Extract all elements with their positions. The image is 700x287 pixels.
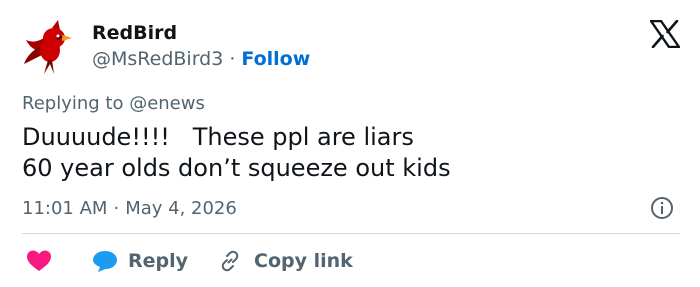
tweet-timestamp[interactable]: 11:01 AM · May 4, 2026: [22, 198, 237, 219]
handle-separator: ·: [229, 48, 236, 70]
follow-button[interactable]: Follow: [241, 48, 310, 70]
copy-link-label: Copy link: [254, 250, 353, 272]
meta-separator: ·: [113, 198, 120, 219]
display-name[interactable]: RedBird: [92, 22, 177, 44]
copy-link-button[interactable]: Copy link: [218, 249, 353, 273]
action-bar: Reply Copy link: [22, 246, 353, 276]
reply-label: Reply: [128, 250, 189, 272]
tweet-time: 11:01 AM: [22, 198, 108, 219]
heart-icon[interactable]: [26, 249, 52, 273]
handle-row: @MsRedBird3 · Follow: [92, 48, 310, 70]
reply-button[interactable]: Reply: [92, 249, 188, 273]
speech-bubble-icon: [92, 249, 118, 273]
link-icon: [218, 249, 242, 273]
avatar[interactable]: [22, 18, 76, 76]
divider: [22, 233, 680, 234]
user-handle[interactable]: @MsRedBird3: [92, 48, 223, 70]
tweet-text: Duuuude!!!! These ppl are liars 60 year …: [22, 123, 451, 182]
info-icon[interactable]: [650, 196, 674, 220]
tweet-card: RedBird @MsRedBird3 · Follow Replying to @…: [0, 0, 700, 287]
x-logo-icon[interactable]: [648, 19, 682, 49]
replying-to: Replying to @enews: [22, 93, 205, 114]
tweet-date: May 4, 2026: [125, 198, 237, 219]
